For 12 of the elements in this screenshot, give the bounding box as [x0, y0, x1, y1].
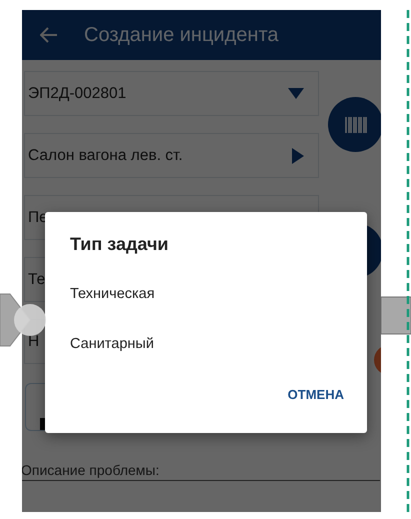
option-item[interactable]: Техническая — [70, 269, 155, 319]
back-arrow-icon[interactable] — [40, 27, 58, 43]
chevron-right-icon — [292, 148, 304, 164]
barcode-icon — [344, 116, 366, 132]
dropdown-caret-icon — [288, 88, 304, 99]
cancel-button[interactable]: ОТМЕНА — [288, 383, 344, 406]
arrow-bar — [381, 296, 411, 336]
barcode-button[interactable] — [328, 97, 381, 152]
screen-title: Создание инцидента — [84, 24, 279, 46]
description-label: Описание проблемы: — [22, 462, 380, 481]
option-item[interactable]: Санитарный — [70, 319, 154, 369]
dialog-title: Тип задачи — [70, 234, 168, 255]
